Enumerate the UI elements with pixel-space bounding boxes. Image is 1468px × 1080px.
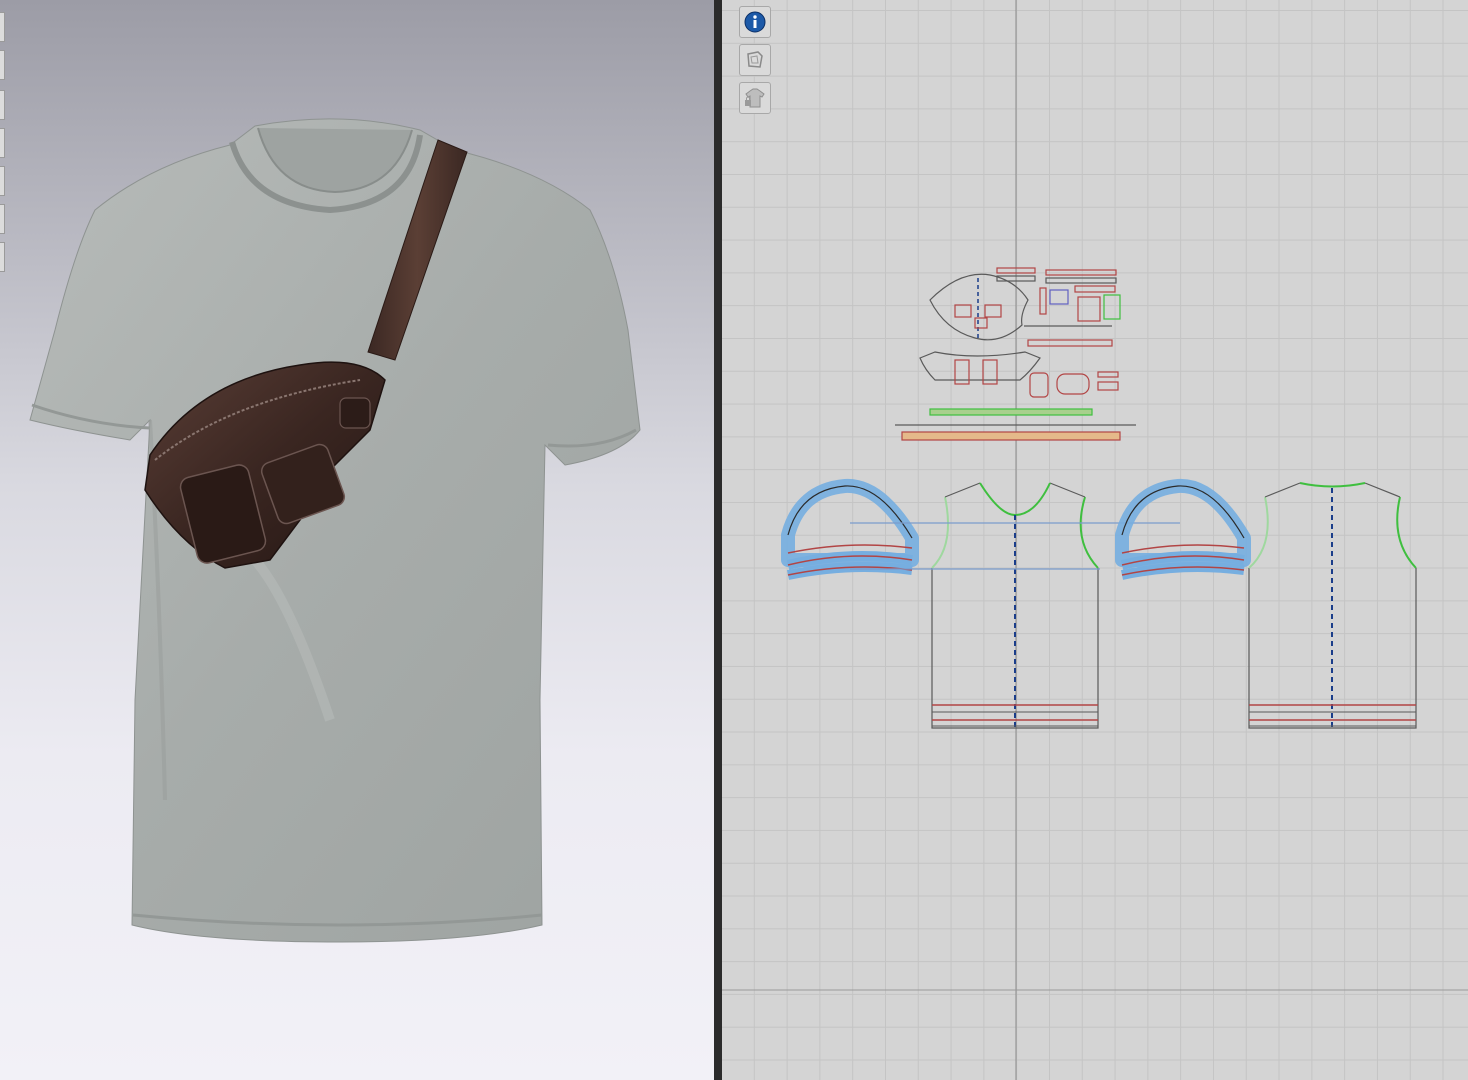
3d-garment-render[interactable] — [0, 0, 714, 1080]
panel-divider[interactable] — [714, 0, 722, 1080]
3d-viewport[interactable] — [0, 0, 714, 1080]
lock-shirt-icon — [745, 88, 765, 108]
info-button[interactable] — [739, 6, 771, 38]
tshirt-3d — [29, 118, 641, 943]
2d-pattern-window[interactable] — [722, 0, 1468, 1080]
pattern-pieces-icon — [747, 51, 763, 68]
lock-garment-button[interactable] — [739, 82, 771, 114]
info-icon — [744, 11, 766, 33]
show-2d-pattern-button[interactable] — [739, 44, 771, 76]
